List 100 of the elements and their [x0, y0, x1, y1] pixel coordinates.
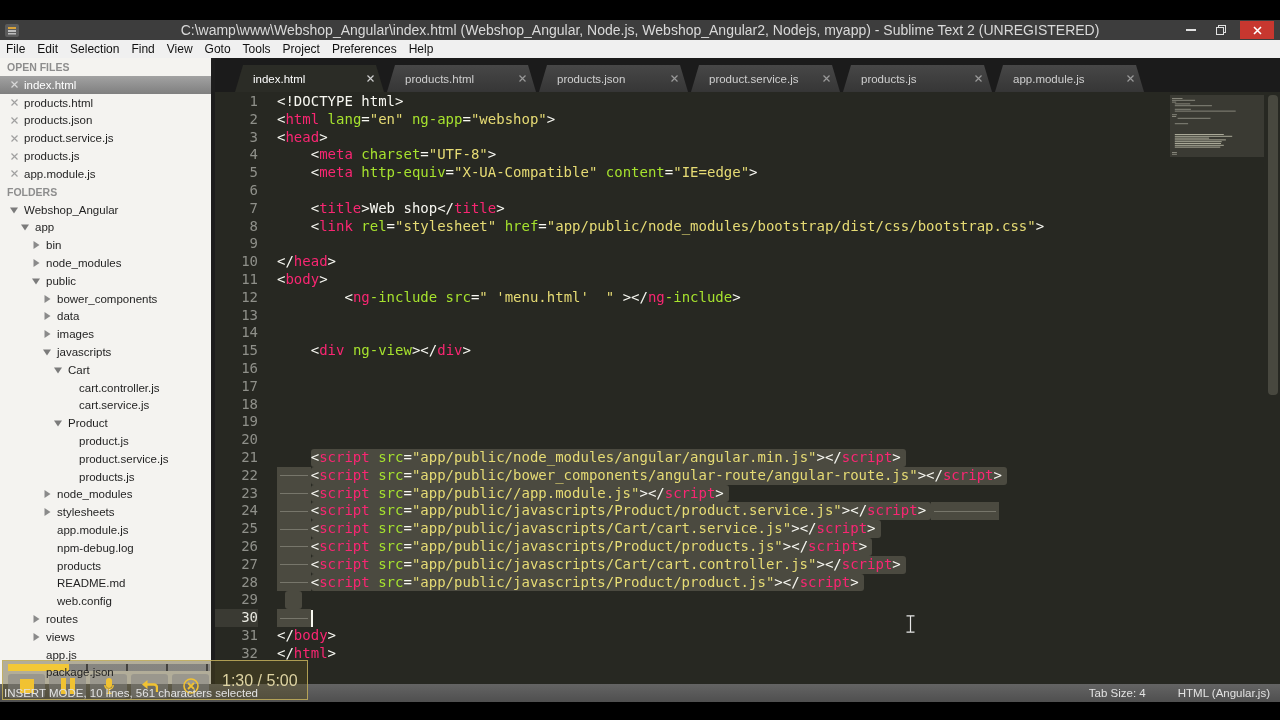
triangle-down-icon[interactable] [32, 276, 40, 285]
code-text: <script src="app/public/node_modules/angular/angular.min.js"></script> [310, 448, 906, 467]
menu-item[interactable]: Edit [31, 40, 65, 58]
menu-item[interactable]: File [0, 40, 32, 58]
line-number: 15 [240, 342, 258, 360]
line-number: 13 [240, 306, 258, 325]
menu-item[interactable]: Find [125, 40, 161, 58]
close-icon[interactable] [519, 75, 526, 82]
code-text: <!DOCTYPE html> [277, 93, 404, 111]
folder-name[interactable]: bin [46, 237, 62, 254]
triangle-right-icon[interactable] [43, 508, 51, 517]
menu-item[interactable]: Goto [198, 40, 237, 58]
tab-size-indicator[interactable]: Tab Size: 4 [1088, 687, 1146, 699]
line-number: 22 [240, 466, 258, 485]
line-number: 2 [248, 110, 258, 129]
file-name[interactable]: product.js [79, 433, 129, 450]
menu-item[interactable]: Tools [236, 40, 277, 58]
triangle-down-icon[interactable] [54, 365, 62, 374]
file-name[interactable]: product.service.js [24, 130, 114, 147]
close-icon[interactable] [975, 75, 982, 82]
triangle-right-icon[interactable] [32, 259, 40, 268]
file-name[interactable]: npm-debug.log [57, 539, 134, 556]
line-number: 1 [248, 93, 258, 111]
folder-name[interactable]: Webshop_Angular [24, 201, 119, 218]
menu-item[interactable]: Project [276, 40, 326, 58]
close-icon[interactable] [823, 75, 830, 82]
tab[interactable]: products.js [843, 65, 992, 92]
folder-name[interactable]: bower_components [57, 290, 158, 307]
folder-name[interactable]: app [35, 219, 55, 236]
file-name[interactable]: app.module.js [57, 522, 129, 538]
minimap-drawing[interactable] [1170, 95, 1264, 157]
tab[interactable]: index.html [235, 65, 384, 92]
tab[interactable]: product.service.js [691, 65, 840, 92]
triangle-right-icon[interactable] [43, 294, 51, 303]
folder-name[interactable]: images [57, 326, 95, 343]
triangle-down-icon[interactable] [21, 223, 29, 232]
file-name[interactable]: products.json [24, 112, 93, 129]
file-name[interactable]: products.js [79, 468, 135, 485]
close-button[interactable] [1240, 21, 1274, 39]
file-name[interactable]: README.md [57, 575, 126, 592]
folder-name[interactable]: javascripts [57, 344, 112, 361]
menu-item[interactable]: Help [402, 40, 440, 58]
code-text: <title>Web shop</title> [310, 199, 505, 218]
folder-name[interactable]: stylesheets [57, 504, 115, 521]
line-number: 31 [240, 626, 258, 645]
code-text: </body> [277, 626, 336, 645]
file-name[interactable]: web.config [57, 593, 112, 610]
app-icon [5, 23, 19, 37]
triangle-down-icon[interactable] [43, 348, 51, 357]
code-text: <script src="app/public/javascripts/Cart/cart.service.js"></script> [310, 520, 881, 538]
file-name[interactable]: products [57, 557, 102, 574]
file-name[interactable]: products.js [24, 148, 80, 165]
line-number: 21 [240, 448, 258, 467]
folder-name[interactable]: routes [46, 611, 78, 627]
code-text: <head> [277, 128, 328, 147]
playback-time: 1:30 / 5:00 [222, 672, 299, 689]
file-name[interactable]: cart.controller.js [79, 379, 160, 396]
close-icon[interactable] [1127, 75, 1134, 82]
syntax-indicator[interactable]: HTML (Angular.js) [1177, 687, 1270, 699]
triangle-down-icon[interactable] [10, 205, 18, 214]
close-icon [1252, 25, 1262, 35]
scrollbar-thumb[interactable] [1268, 95, 1278, 395]
triangle-right-icon[interactable] [32, 241, 40, 250]
code-text: <div ng-view></div> [310, 342, 471, 360]
code-text: <ng-include src=" 'menu.html' " ></ng-include> [344, 288, 741, 307]
line-number: 18 [240, 395, 258, 414]
folder-name[interactable]: node_modules [46, 255, 122, 272]
tab[interactable]: products.json [539, 65, 688, 92]
code-text: </html> [277, 644, 336, 663]
folder-name[interactable]: Product [68, 415, 108, 432]
code-text: <meta charset="UTF-8"> [310, 146, 497, 165]
tab[interactable]: app.module.js [995, 65, 1144, 92]
line-number: 23 [240, 484, 258, 503]
triangle-right-icon[interactable] [43, 490, 51, 499]
menu-item[interactable]: View [160, 40, 199, 58]
folder-name[interactable]: views [46, 628, 75, 645]
code-text: </head> [277, 253, 336, 271]
file-name[interactable]: package.json [46, 664, 114, 681]
file-name[interactable]: product.service.js [79, 450, 169, 467]
triangle-right-icon[interactable] [43, 312, 51, 321]
file-name[interactable]: products.html [24, 94, 94, 111]
menu-item[interactable]: Selection [64, 40, 126, 58]
file-name[interactable]: app.js [46, 646, 77, 663]
folder-name[interactable]: Cart [68, 361, 90, 378]
line-number: 12 [240, 288, 258, 307]
folder-name[interactable]: node_modules [57, 486, 133, 503]
menu-item[interactable]: Preferences [325, 40, 403, 58]
close-icon[interactable] [671, 75, 678, 82]
folder-name[interactable]: data [57, 308, 80, 325]
triangle-right-icon[interactable] [43, 330, 51, 339]
file-name[interactable]: app.module.js [24, 165, 96, 182]
triangle-right-icon[interactable] [32, 615, 40, 623]
triangle-right-icon[interactable] [32, 632, 40, 641]
code-text: <script src="app/public/javascripts/Product/product.service.js"></script> [310, 502, 932, 521]
file-name[interactable]: cart.service.js [79, 397, 150, 414]
tab[interactable]: products.html [387, 65, 536, 92]
close-icon[interactable] [367, 75, 374, 82]
triangle-down-icon[interactable] [54, 419, 62, 428]
code-text: <link rel="stylesheet" href="app/public/node_modules/bootstrap/dist/css/bootstrap.css"> [310, 217, 1045, 236]
folder-name[interactable]: public [46, 272, 77, 289]
